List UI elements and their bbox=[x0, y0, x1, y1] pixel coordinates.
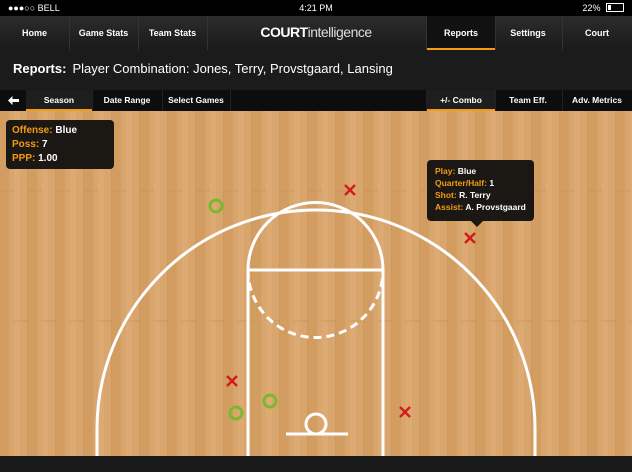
page-title: Reports: Player Combination: Jones, Terry… bbox=[13, 61, 393, 76]
battery-percent: 22% bbox=[582, 3, 601, 13]
back-button[interactable] bbox=[0, 90, 26, 111]
top-nav: Home Game Stats Team Stats Reports Setti… bbox=[0, 16, 632, 51]
report-header: Reports: Player Combination: Jones, Terry… bbox=[0, 50, 632, 90]
bottom-bar bbox=[0, 456, 632, 472]
clock: 4:21 PM bbox=[299, 3, 333, 13]
report-title: Player Combination: Jones, Terry, Provst… bbox=[72, 61, 393, 76]
tab-season[interactable]: Season bbox=[26, 90, 93, 111]
tab-team-efficiency[interactable]: Team Eff. bbox=[494, 90, 563, 111]
shot-tooltip: Play: Blue Quarter/Half: 1 Shot: R. Terr… bbox=[427, 160, 534, 227]
tab-select-games[interactable]: Select Games bbox=[162, 90, 231, 111]
battery-status: 22% bbox=[582, 3, 624, 13]
status-bar: ●●●○○ BELL 4:21 PM 22% bbox=[0, 0, 632, 16]
report-label: Reports: bbox=[13, 61, 67, 76]
app-logo: COURTintelligence bbox=[260, 24, 372, 40]
report-tabs: Season Date Range Select Games +/- Combo… bbox=[0, 90, 632, 111]
tab-plus-minus-combo[interactable]: +/- Combo bbox=[426, 90, 496, 111]
back-arrow-icon bbox=[7, 96, 19, 105]
tab-advanced-metrics[interactable]: Adv. Metrics bbox=[562, 90, 632, 111]
battery-icon bbox=[606, 3, 624, 12]
offense-summary: Offense: Blue Poss: 7 PPP: 1.00 bbox=[6, 120, 114, 169]
tab-date-range[interactable]: Date Range bbox=[92, 90, 163, 111]
